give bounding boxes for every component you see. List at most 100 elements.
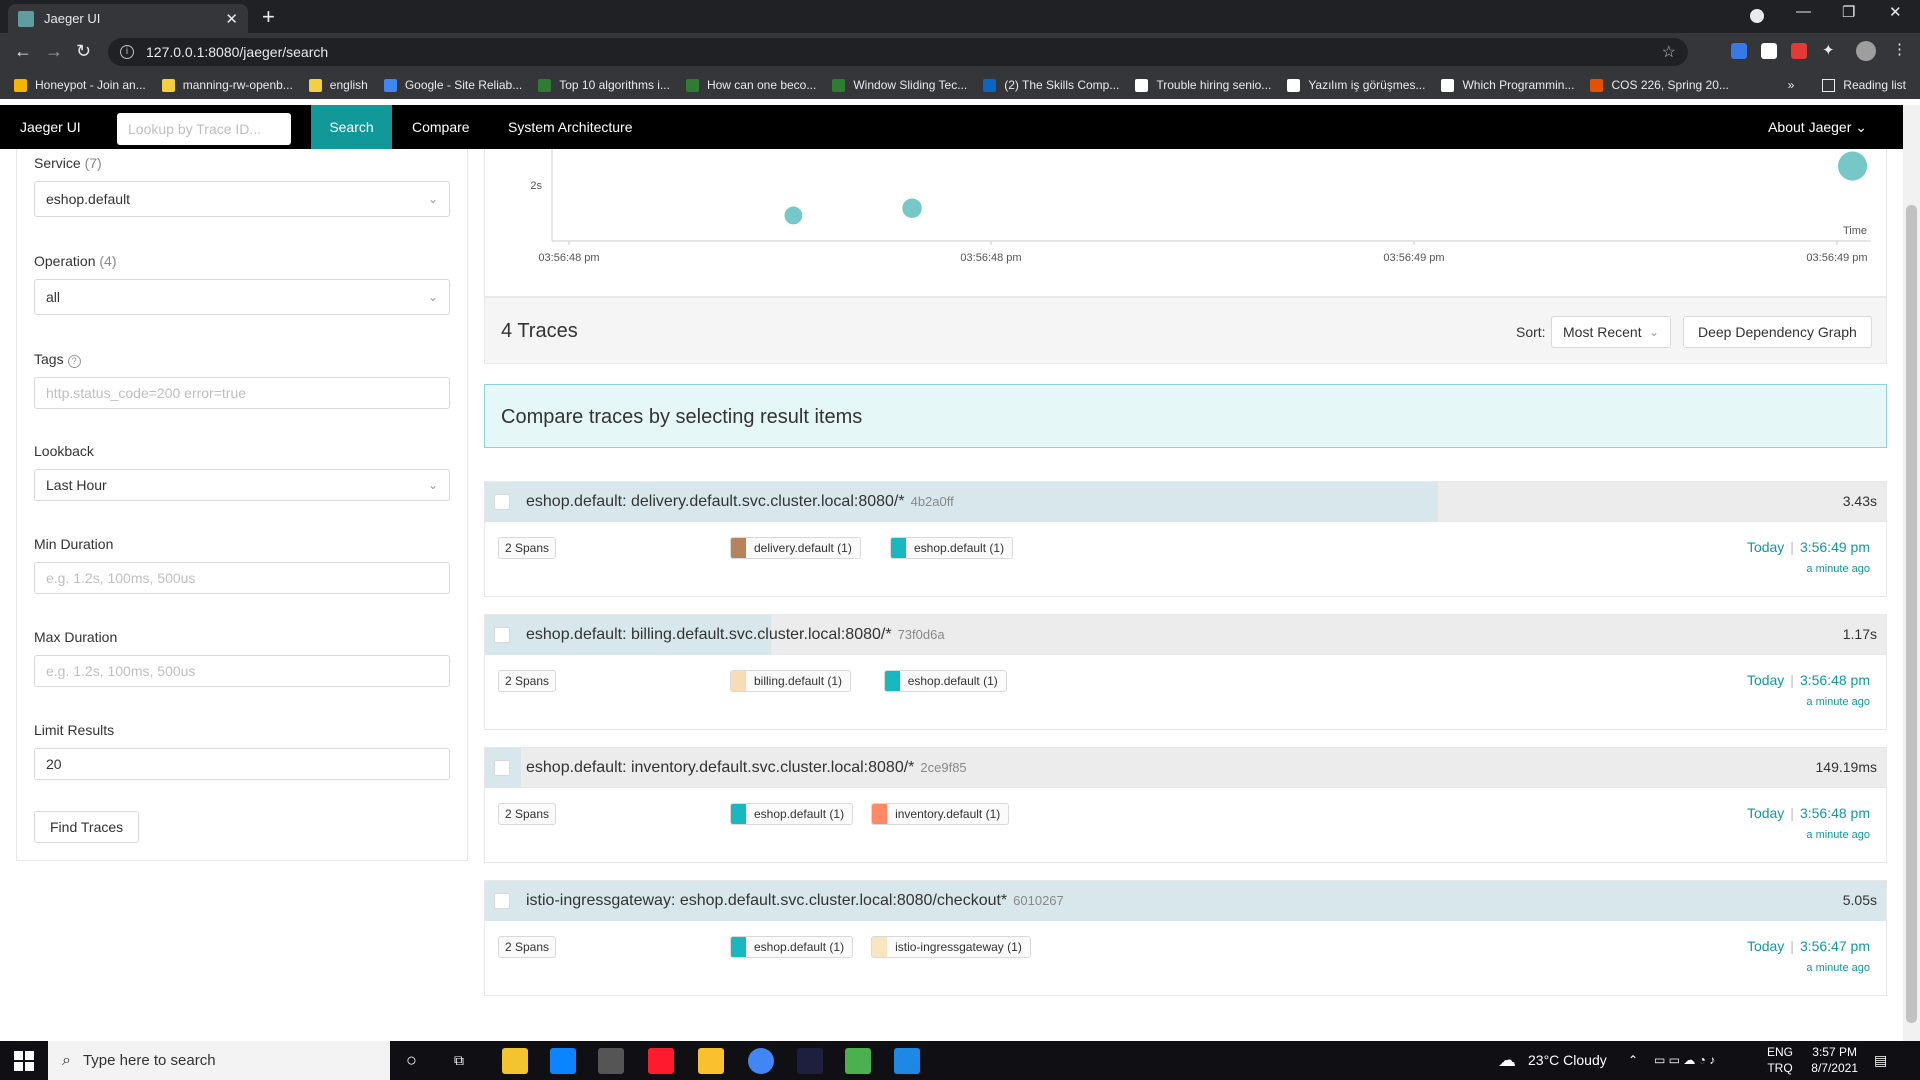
bookmark-item[interactable]: Trouble hiring senio... — [1135, 78, 1271, 92]
address-bar[interactable]: i 127.0.0.1:8080/jaeger/search ☆ — [108, 38, 1688, 66]
bookmark-item[interactable]: (2) The Skills Comp... — [983, 78, 1119, 92]
compare-info-banner: Compare traces by selecting result items — [484, 384, 1887, 448]
trace-start-time: Today | 3:56:48 pm — [1747, 805, 1870, 821]
trace-relative-time: a minute ago — [1806, 962, 1870, 974]
reload-icon[interactable]: ↻ — [76, 41, 91, 62]
trace-start-time: Today | 3:56:48 pm — [1747, 672, 1870, 688]
taskbar-app-icon[interactable] — [550, 1048, 576, 1074]
avatar[interactable] — [1856, 41, 1876, 61]
bookmark-item[interactable]: Window Sliding Tec... — [832, 78, 967, 92]
lookback-select[interactable]: Last Hour ⌄ — [34, 469, 450, 501]
about-jaeger-menu[interactable]: About Jaeger ⌄ — [1768, 105, 1867, 149]
trace-header[interactable]: eshop.default: delivery.default.svc.clus… — [485, 482, 1886, 522]
trace-header[interactable]: istio-ingressgateway: eshop.default.svc.… — [485, 881, 1886, 921]
operation-count: (4) — [99, 253, 117, 269]
bookmark-item[interactable]: english — [308, 78, 368, 92]
min-duration-input[interactable] — [34, 562, 450, 594]
browser-toolbar: ← → ↻ i 127.0.0.1:8080/jaeger/search ☆ ✦… — [0, 33, 1920, 71]
trace-time: 3:56:47 pm — [1799, 938, 1870, 954]
trace-select-checkbox[interactable] — [494, 760, 510, 776]
restore-button[interactable]: ❐ — [1842, 3, 1855, 21]
minimize-button[interactable]: — — [1796, 3, 1811, 20]
show-hidden-icons-icon[interactable]: ⌃ — [1628, 1041, 1638, 1080]
trace-header[interactable]: eshop.default: inventory.default.svc.clu… — [485, 748, 1886, 788]
puzzle-extensions-icon[interactable]: ✦ — [1822, 41, 1838, 59]
operation-select[interactable]: all ⌄ — [34, 279, 450, 315]
trace-name[interactable]: eshop.default: inventory.default.svc.clu… — [526, 759, 967, 777]
tags-input[interactable] — [34, 377, 450, 409]
taskbar-app-icon[interactable] — [598, 1048, 624, 1074]
help-icon[interactable]: ? — [67, 355, 81, 368]
site-info-icon[interactable]: i — [120, 45, 134, 59]
notifications-icon[interactable]: ▤ — [1874, 1041, 1887, 1080]
tray-icons[interactable]: ▭ ▭ ☁ ◔ ♪ — [1654, 1041, 1715, 1080]
taskbar-app-icon[interactable] — [502, 1048, 528, 1074]
reading-list-button[interactable]: » Reading list — [1788, 71, 1906, 99]
trace-select-checkbox[interactable] — [494, 627, 510, 643]
extension-icon[interactable] — [1791, 43, 1807, 59]
back-icon[interactable]: ← — [14, 41, 32, 62]
trace-point[interactable] — [902, 198, 922, 218]
browser-tab[interactable]: Jaeger UI ✕ — [8, 4, 248, 33]
trace-header[interactable]: eshop.default: billing.default.svc.clust… — [485, 615, 1886, 655]
trace-result-item[interactable]: istio-ingressgateway: eshop.default.svc.… — [484, 880, 1887, 996]
extension-icon[interactable] — [1761, 43, 1777, 59]
forward-icon[interactable]: → — [45, 41, 63, 62]
trace-point[interactable] — [784, 206, 803, 225]
trace-id: 73f0d6a — [897, 627, 945, 642]
nav-compare[interactable]: Compare — [392, 105, 490, 149]
taskbar-app-icon[interactable] — [698, 1048, 724, 1074]
taskbar-app-icon[interactable] — [748, 1048, 774, 1074]
taskbar-search-box[interactable]: ⌕ Type here to search — [48, 1041, 390, 1080]
trace-start-time: Today | 3:56:47 pm — [1747, 938, 1870, 954]
close-tab-icon[interactable]: ✕ — [225, 10, 238, 28]
max-duration-input[interactable] — [34, 655, 450, 687]
page-scrollbar-thumb[interactable] — [1906, 205, 1917, 1023]
new-tab-button[interactable]: + — [262, 4, 275, 30]
taskbar-app-icon[interactable] — [797, 1048, 823, 1074]
trace-point[interactable] — [1837, 151, 1868, 181]
task-view-icon[interactable]: ⧉ — [454, 1041, 464, 1080]
deep-dependency-graph-button[interactable]: Deep Dependency Graph — [1683, 316, 1872, 348]
jaeger-favicon-icon — [18, 10, 34, 27]
windows-start-icon[interactable] — [14, 1051, 34, 1071]
trace-name[interactable]: istio-ingressgateway: eshop.default.svc.… — [526, 892, 1064, 910]
system-clock[interactable]: 3:57 PM 8/7/2021 — [1811, 1044, 1858, 1076]
nav-system-architecture[interactable]: System Architecture — [488, 105, 653, 149]
service-select[interactable]: eshop.default ⌄ — [34, 181, 450, 217]
weather-text[interactable]: 23°C Cloudy — [1528, 1041, 1607, 1080]
nav-search[interactable]: Search — [311, 105, 392, 149]
profile-download-icon[interactable] — [1750, 9, 1764, 23]
bookmarks-more-icon[interactable]: » — [1788, 78, 1795, 92]
limit-results-input[interactable] — [34, 748, 450, 780]
taskbar-app-icon[interactable] — [894, 1048, 920, 1074]
jaeger-brand-link[interactable]: Jaeger UI — [20, 105, 81, 149]
bookmark-item[interactable]: Yazılım iş görüşmes... — [1287, 78, 1425, 92]
bookmark-item[interactable]: COS 226, Spring 20... — [1590, 78, 1729, 92]
extension-icon[interactable] — [1731, 43, 1747, 59]
language-indicator[interactable]: ENG TRQ — [1767, 1044, 1793, 1080]
kebab-menu-icon[interactable]: ⋮ — [1892, 40, 1908, 58]
trace-result-item[interactable]: eshop.default: inventory.default.svc.clu… — [484, 747, 1887, 863]
taskbar-app-icon[interactable] — [648, 1048, 674, 1074]
bookmark-item[interactable]: Which Programmin... — [1441, 78, 1574, 92]
trace-select-checkbox[interactable] — [494, 494, 510, 510]
bookmark-star-icon[interactable]: ☆ — [1662, 42, 1676, 62]
close-window-button[interactable]: ✕ — [1889, 3, 1902, 21]
find-traces-button[interactable]: Find Traces — [34, 811, 140, 843]
trace-name[interactable]: eshop.default: billing.default.svc.clust… — [526, 626, 945, 644]
trace-select-checkbox[interactable] — [494, 893, 510, 909]
search-icon: ⌕ — [62, 1051, 71, 1069]
trace-result-item[interactable]: eshop.default: billing.default.svc.clust… — [484, 614, 1887, 730]
sort-select[interactable]: Most Recent ⌄ — [1551, 316, 1671, 348]
bookmark-item[interactable]: Top 10 algorithms i... — [538, 78, 670, 92]
trace-name[interactable]: eshop.default: delivery.default.svc.clus… — [526, 493, 954, 511]
trace-id-lookup-input[interactable] — [117, 113, 291, 145]
bookmark-item[interactable]: How can one beco... — [685, 78, 816, 92]
taskbar-app-icon[interactable] — [845, 1048, 871, 1074]
cortana-icon[interactable]: ○ — [406, 1041, 417, 1080]
bookmark-item[interactable]: Honeypot - Join an... — [14, 78, 146, 92]
bookmark-item[interactable]: manning-rw-openb... — [161, 78, 293, 92]
bookmark-item[interactable]: Google - Site Reliab... — [383, 78, 522, 92]
trace-result-item[interactable]: eshop.default: delivery.default.svc.clus… — [484, 481, 1887, 597]
